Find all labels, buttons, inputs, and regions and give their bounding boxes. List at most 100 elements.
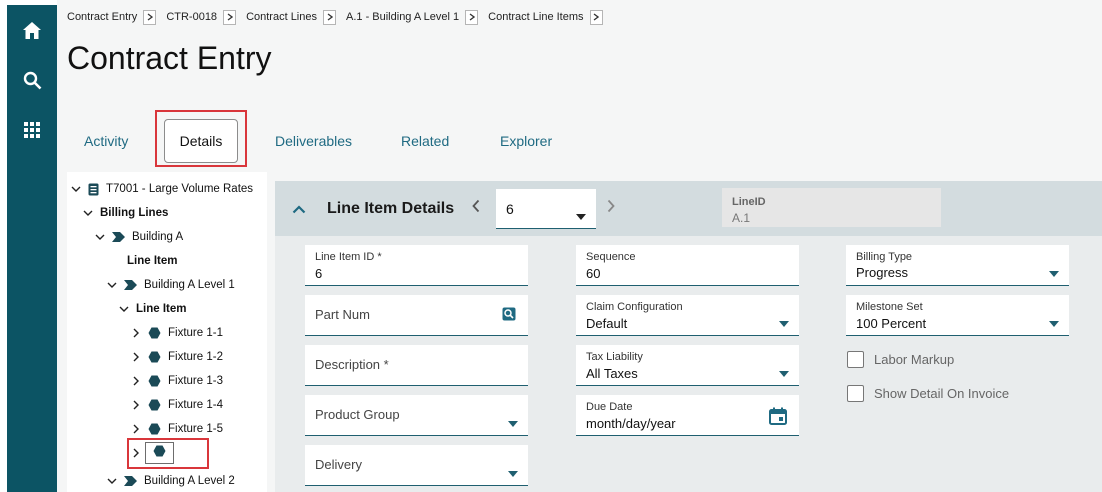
search-icon[interactable] xyxy=(19,67,45,93)
tree-node-label: Fixture 1-5 xyxy=(168,423,223,435)
sequence-field[interactable]: Sequence 60 xyxy=(576,245,799,286)
chevron-down-icon[interactable] xyxy=(106,282,118,288)
field-placeholder: Delivery xyxy=(315,457,362,472)
chevron-down-icon[interactable] xyxy=(94,234,106,240)
tree-node-label: Fixture 1-2 xyxy=(168,351,223,363)
chevron-right-icon[interactable] xyxy=(130,376,142,386)
claim-configuration-select[interactable]: Claim Configuration Default xyxy=(576,295,799,336)
contract-icon xyxy=(88,183,99,196)
tree-node-billing-lines[interactable]: Billing Lines xyxy=(82,202,168,224)
checkbox-box[interactable] xyxy=(847,351,864,368)
tree-node-label: Fixture 1-3 xyxy=(168,375,223,387)
tree-node-building-a-level-2[interactable]: Building A Level 2 xyxy=(106,470,235,492)
tree-node-building-a-level-1[interactable]: Building A Level 1 xyxy=(106,274,235,296)
hexagon-icon xyxy=(153,444,166,462)
tree-node-building-a[interactable]: Building A xyxy=(94,226,183,248)
chevron-right-icon[interactable] xyxy=(323,9,336,25)
chevron-right-icon[interactable] xyxy=(589,9,603,25)
tag-icon xyxy=(124,280,137,290)
line-item-id-field[interactable]: Line Item ID * 6 xyxy=(305,245,528,286)
tree-node-selected[interactable] xyxy=(145,442,174,464)
left-rail xyxy=(0,0,57,492)
tree-node-label: Building A xyxy=(132,231,184,243)
line-item-details-panel: Line Item Details 6 LineID A.1 Line Item… xyxy=(275,181,1102,492)
tree-node-fixture[interactable]: Fixture 1-2 xyxy=(130,346,223,368)
chevron-right-icon[interactable] xyxy=(130,424,142,434)
field-label: Milestone Set xyxy=(856,301,923,313)
breadcrumb-item[interactable]: Contract Lines xyxy=(246,11,317,23)
chevron-right-icon[interactable] xyxy=(130,328,142,338)
part-num-field[interactable]: Part Num xyxy=(305,295,528,336)
billing-type-select[interactable]: Billing Type Progress xyxy=(846,245,1069,286)
milestone-set-select[interactable]: Milestone Set 100 Percent xyxy=(846,295,1069,336)
checkbox-box[interactable] xyxy=(847,385,864,402)
tree-node-label: T7001 - Large Volume Rates xyxy=(106,183,254,195)
chevron-left-icon[interactable] xyxy=(472,199,480,218)
part-search-icon[interactable] xyxy=(502,307,516,326)
apps-grid-icon[interactable] xyxy=(19,117,45,143)
delivery-field[interactable]: Delivery xyxy=(305,445,528,486)
tree-node-label: Fixture 1-4 xyxy=(168,399,223,411)
chevron-right-icon[interactable] xyxy=(130,448,142,458)
breadcrumb-item[interactable]: Contract Line Items xyxy=(488,11,583,23)
chevron-right-icon[interactable] xyxy=(143,9,157,25)
page-title: Contract Entry xyxy=(67,40,272,76)
labor-markup-checkbox[interactable]: Labor Markup xyxy=(847,351,954,368)
breadcrumb-item[interactable]: A.1 - Building A Level 1 xyxy=(346,11,459,23)
tab-details[interactable]: Details xyxy=(164,119,238,163)
field-label: Tax Liability xyxy=(586,351,643,363)
tree-node-label: Line Item xyxy=(127,255,178,267)
chevron-down-icon[interactable] xyxy=(106,478,118,484)
chevron-up-icon[interactable] xyxy=(292,201,306,219)
line-item-selector[interactable]: 6 xyxy=(496,189,596,229)
tab-related[interactable]: Related xyxy=(401,133,449,149)
tab-explorer[interactable]: Explorer xyxy=(500,133,552,149)
field-label: Sequence xyxy=(586,251,636,263)
calendar-icon[interactable] xyxy=(769,407,787,430)
field-value: 60 xyxy=(586,266,601,281)
chevron-right-icon[interactable] xyxy=(465,9,479,25)
tax-liability-select[interactable]: Tax Liability All Taxes xyxy=(576,345,799,386)
field-value: month/day/year xyxy=(586,416,676,431)
tree-node-label: Fixture 1-1 xyxy=(168,327,223,339)
product-group-field[interactable]: Product Group xyxy=(305,395,528,436)
chevron-down-icon xyxy=(779,314,789,332)
chevron-right-icon[interactable] xyxy=(130,400,142,410)
breadcrumb-item[interactable]: Contract Entry xyxy=(67,11,137,23)
tree-node-label: Line Item xyxy=(136,303,187,315)
tree-node-fixture[interactable]: Fixture 1-5 xyxy=(130,418,223,440)
tree-node-fixture[interactable]: Fixture 1-1 xyxy=(130,322,223,344)
field-label: Line Item ID * xyxy=(315,251,382,263)
tree-node-line-item[interactable]: Line Item xyxy=(127,250,177,272)
tag-icon xyxy=(124,476,137,486)
chevron-down-icon[interactable] xyxy=(70,186,82,192)
hexagon-icon xyxy=(148,399,161,411)
breadcrumb-item[interactable]: CTR-0018 xyxy=(166,11,217,23)
tree-node-fixture[interactable]: Fixture 1-4 xyxy=(130,394,223,416)
chevron-down-icon xyxy=(1049,264,1059,282)
hexagon-icon xyxy=(148,327,161,339)
chevron-right-icon[interactable] xyxy=(130,352,142,362)
hexagon-icon xyxy=(148,351,161,363)
due-date-field[interactable]: Due Date month/day/year xyxy=(576,395,799,436)
tab-activity[interactable]: Activity xyxy=(84,133,128,149)
home-icon[interactable] xyxy=(19,17,45,43)
chevron-right-icon[interactable] xyxy=(223,9,237,25)
tab-deliverables[interactable]: Deliverables xyxy=(275,133,352,149)
panel-header: Line Item Details 6 LineID A.1 xyxy=(275,181,1102,236)
breadcrumb: Contract Entry CTR-0018 Contract Lines A… xyxy=(67,8,613,26)
chevron-down-icon xyxy=(779,364,789,382)
hexagon-icon xyxy=(148,423,161,435)
tree-node-line-item[interactable]: Line Item xyxy=(118,298,186,320)
description-field[interactable]: Description * xyxy=(305,345,528,386)
tree-node-fixture[interactable]: Fixture 1-3 xyxy=(130,370,223,392)
tree-node-root[interactable]: T7001 - Large Volume Rates xyxy=(70,178,253,200)
field-label: Billing Type xyxy=(856,251,913,263)
chevron-down-icon[interactable] xyxy=(82,210,94,216)
chevron-down-icon[interactable] xyxy=(118,306,130,312)
show-detail-on-invoice-checkbox[interactable]: Show Detail On Invoice xyxy=(847,385,1009,402)
field-label: Due Date xyxy=(586,401,633,413)
field-value: 100 Percent xyxy=(856,316,927,331)
hexagon-icon xyxy=(148,375,161,387)
chevron-right-icon[interactable] xyxy=(607,199,615,218)
